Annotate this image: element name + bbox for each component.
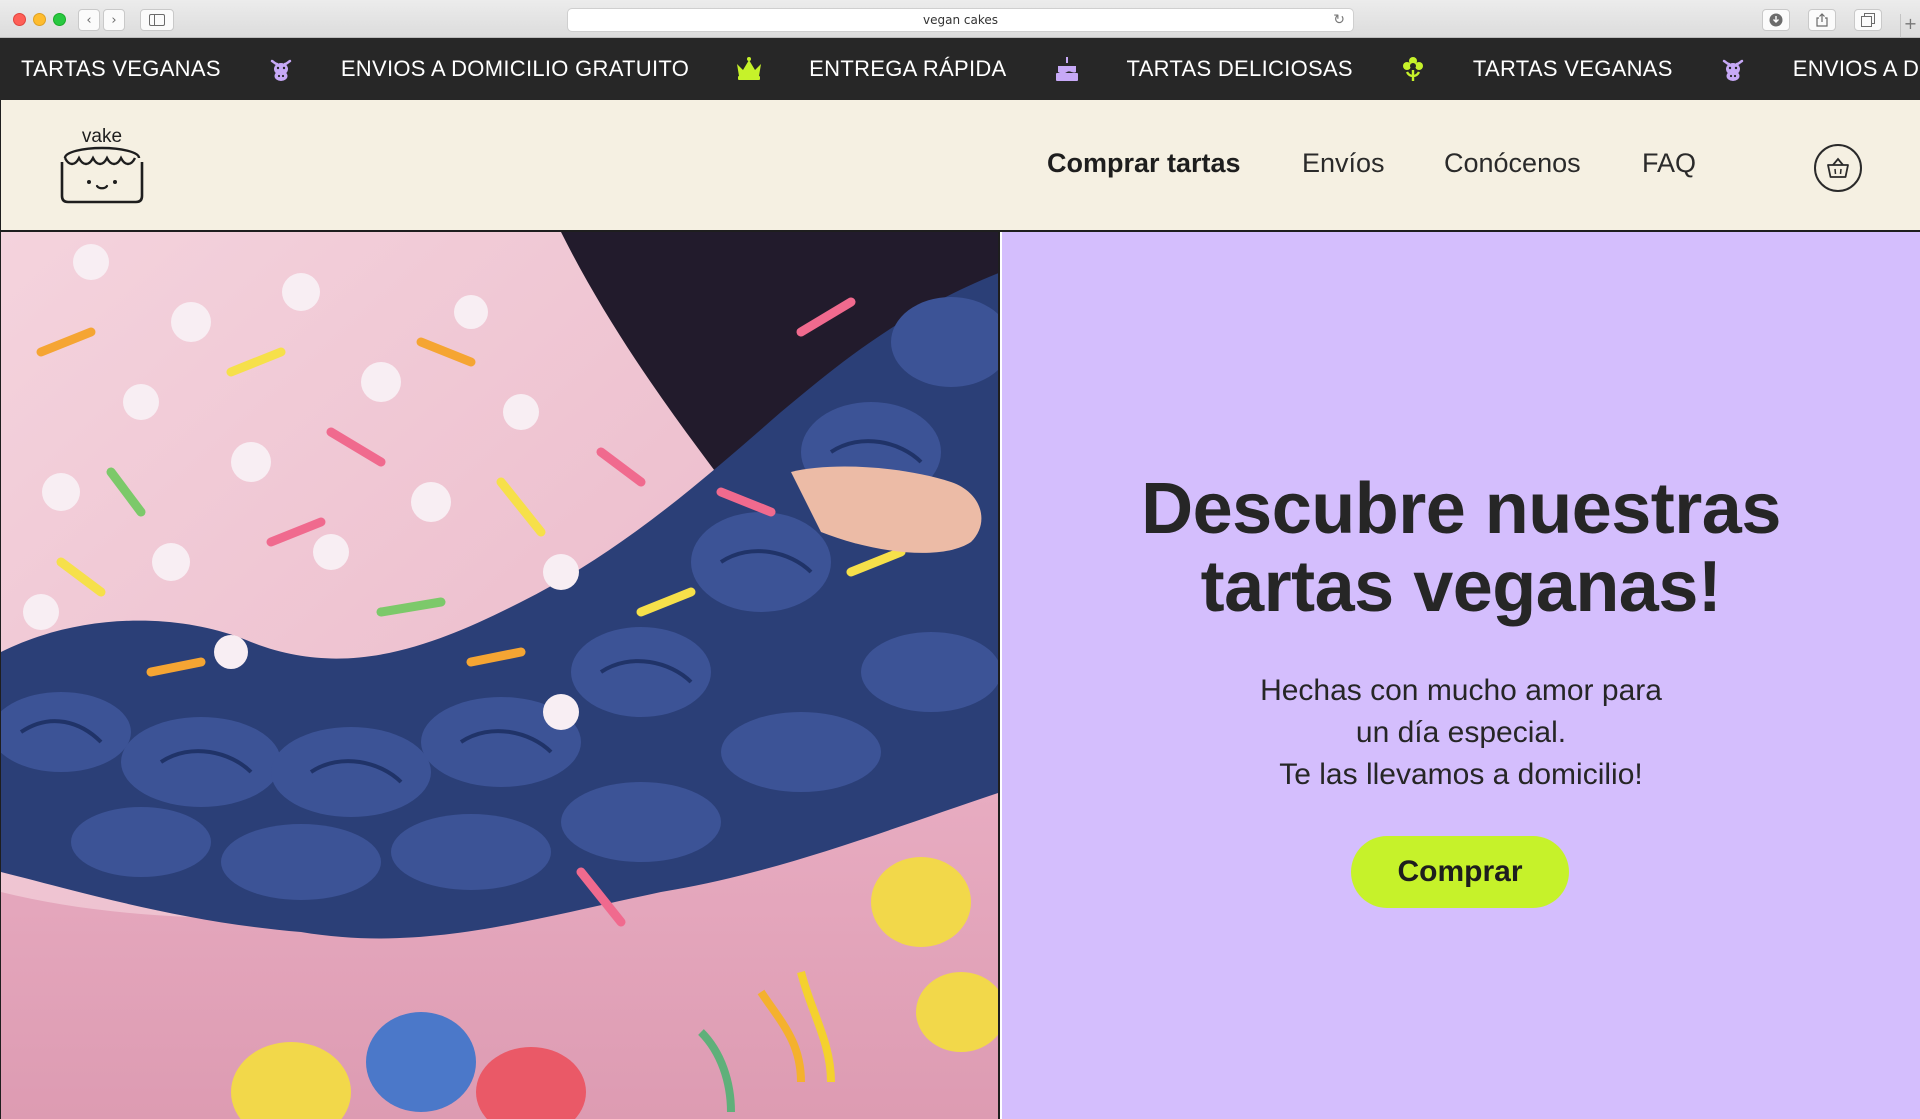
- crown-icon: [734, 54, 764, 84]
- cow-icon: [266, 54, 296, 84]
- chevron-left-icon: ‹: [86, 12, 92, 28]
- download-icon: [1769, 13, 1783, 27]
- buy-button[interactable]: Comprar: [1351, 836, 1569, 908]
- minimize-window-button[interactable]: [33, 13, 46, 26]
- marquee-item: TARTAS VEGANAS: [1472, 56, 1673, 81]
- hero-subtitle: Hechas con mucho amor para un día especi…: [1002, 670, 1920, 796]
- close-window-button[interactable]: [13, 13, 26, 26]
- cart-button[interactable]: [1814, 144, 1862, 192]
- chevron-right-icon: ›: [111, 12, 117, 28]
- hero-title-line: tartas veganas!: [1200, 547, 1722, 627]
- hero-panel: Descubre nuestras tartas veganas! Hechas…: [1002, 232, 1920, 1119]
- back-button[interactable]: ‹: [78, 9, 100, 31]
- hero-title-line: Descubre nuestras: [1141, 469, 1781, 549]
- forward-button[interactable]: ›: [103, 9, 125, 31]
- hero-cake-image: [0, 232, 1000, 1119]
- cow-icon: [1718, 54, 1748, 84]
- sidebar-toggle-button[interactable]: [140, 9, 174, 31]
- share-button[interactable]: [1808, 9, 1836, 31]
- plus-icon: +: [1903, 14, 1918, 33]
- nav-comprar-tartas[interactable]: Comprar tartas: [1047, 148, 1241, 179]
- new-tab-button[interactable]: +: [1900, 14, 1920, 38]
- flower-icon: [1398, 54, 1428, 84]
- marquee-item: TARTAS VEGANAS: [21, 56, 221, 81]
- marquee-item: ENVIOS A DOMICILIO GRATUITO: [340, 56, 690, 81]
- hero-subtitle-line: un día especial.: [1355, 716, 1567, 749]
- address-bar[interactable]: vegan cakes ↻: [567, 8, 1354, 32]
- sidebar-icon: [149, 14, 165, 26]
- basket-icon: [1827, 157, 1849, 178]
- site-header: vake Comprar tartas Envíos Conócenos FAQ: [0, 100, 1920, 232]
- logo-text: vake: [81, 126, 123, 147]
- logo[interactable]: vake: [57, 126, 147, 206]
- cake-icon: [1052, 54, 1082, 84]
- nav-envios[interactable]: Envíos: [1302, 148, 1385, 179]
- share-icon: [1816, 13, 1828, 27]
- marquee-track: TARTAS VEGANAS ENVIOS A DOMICILIO GRATUI…: [21, 38, 1920, 100]
- browser-toolbar: ‹ › vegan cakes ↻ +: [0, 0, 1920, 38]
- downloads-button[interactable]: [1762, 9, 1790, 31]
- tabs-icon: [1861, 13, 1875, 27]
- url-text: vegan cakes: [923, 13, 998, 27]
- cake-photo-illustration: [1, 232, 998, 1119]
- tabs-overview-button[interactable]: [1854, 9, 1882, 31]
- hero-subtitle-line: Hechas con mucho amor para: [1260, 674, 1662, 707]
- zoom-window-button[interactable]: [53, 13, 66, 26]
- nav-faq[interactable]: FAQ: [1642, 148, 1696, 179]
- nav-conocenos[interactable]: Conócenos: [1444, 148, 1581, 179]
- marquee-item: ENTREGA RÁPIDA: [809, 56, 1007, 81]
- marquee-item: ENVIOS A DOMICILIO GRA: [1792, 56, 1920, 81]
- reload-icon[interactable]: ↻: [1333, 12, 1345, 28]
- marquee-item: TARTAS DELICIOSAS: [1126, 56, 1353, 81]
- hero-subtitle-line: Te las llevamos a domicilio!: [1279, 758, 1643, 791]
- announcement-marquee: TARTAS VEGANAS ENVIOS A DOMICILIO GRATUI…: [0, 38, 1920, 100]
- hero-title: Descubre nuestras tartas veganas!: [1002, 470, 1920, 626]
